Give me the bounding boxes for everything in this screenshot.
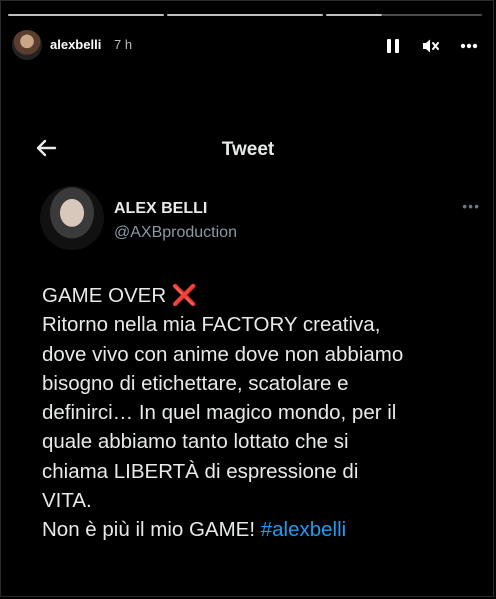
tweet-author: ALEX BELLI @AXBproduction ••• [40,186,480,252]
tweet-line: dove vivo con anime dove non abbiamo [42,342,404,366]
tweet-line: chiama LIBERTÀ di espressione di [42,459,359,483]
avatar[interactable] [12,30,42,60]
tweet-line: Non è più il mio GAME! #alexbelli [42,518,347,542]
pause-icon[interactable] [382,35,404,57]
author-name[interactable]: ALEX BELLI [114,200,207,218]
tweet-more-icon[interactable]: ••• [462,198,480,214]
author-handle[interactable]: @AXBproduction [114,224,237,242]
progress-segment-2 [167,14,323,16]
tweet-line: GAME OVER ❌ [42,284,198,307]
progress-segment-1 [8,14,164,16]
tweet-line: Ritorno nella mia FACTORY creativa, [42,313,381,337]
tweet-line: VITA. [42,489,92,513]
tweet-header: Tweet [0,130,496,168]
author-avatar[interactable] [40,186,104,250]
tweet-line: quale abbiamo tanto lottato che si [42,430,349,454]
tweet-line: definirci… In quel magico mondo, per il [42,401,397,425]
cross-emoji-icon: ❌ [171,284,198,307]
more-icon[interactable] [458,35,480,57]
story-time: 7 h [114,37,133,52]
progress-segment-3 [326,14,382,16]
hashtag-link[interactable]: #alexbelli [261,518,346,541]
tweet-line: bisogno di etichettare, scatolare e [42,371,349,395]
story-username[interactable]: alexbelli [50,37,101,52]
progress-segment-3-remaining [382,14,482,16]
page-title: Tweet [221,139,275,160]
mute-icon[interactable] [420,35,442,57]
story-header: alexbelli 7 h [8,28,488,62]
tweet-text: GAME OVER ❌ Ritorno nella mia FACTORY cr… [42,281,482,545]
